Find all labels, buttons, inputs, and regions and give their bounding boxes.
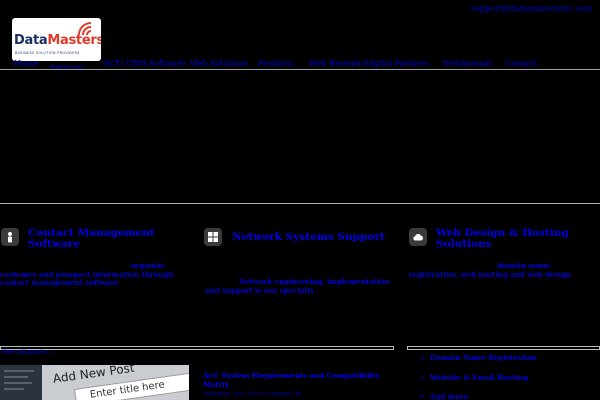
support-email-link[interactable]: support@datamastersinc.com — [471, 4, 592, 13]
thumbnail-sidebar-panel — [0, 365, 42, 400]
nav-services[interactable]: Services — [50, 63, 84, 72]
see-all-posts-link[interactable]: See all posts » — [2, 348, 53, 356]
sidebar-item-and-more[interactable]: » And more — [420, 392, 468, 400]
nav-divider — [0, 69, 600, 70]
logo-wordmark: DataMasters — [14, 33, 101, 48]
windows-icon — [204, 228, 222, 246]
nav-home[interactable]: Home — [14, 59, 38, 68]
post-thumbnail[interactable]: Add New Post Enter title here — [0, 365, 189, 400]
logo-tagline: BUSINESS SOLUTION PROVIDERS — [15, 51, 80, 55]
feature-title-web-design[interactable]: Web Design & Hosting Solutions — [436, 228, 569, 250]
sidebar-item-website-email-hosting[interactable]: » Website & Email Hosting — [420, 373, 528, 382]
nav-testimonials[interactable]: Testimonials — [442, 59, 493, 68]
feature-title-contact-management[interactable]: Contact Management Software — [28, 228, 155, 250]
person-icon — [1, 228, 19, 246]
cloud-icon — [409, 228, 427, 246]
feature-desc-web-design: domain name registration, web hosting an… — [409, 261, 572, 279]
nav-web-reseller[interactable]: Web Reseller/Digital Partners — [309, 59, 429, 68]
feature-desc-contact-management: organize customer and prospect informati… — [0, 261, 174, 287]
nav-products[interactable]: Products — [258, 59, 294, 68]
section-bar-sidebar — [407, 346, 600, 350]
feature-desc-network-systems: Network engineering, implementation and … — [205, 277, 390, 295]
nav-contact[interactable]: Contact — [505, 59, 537, 68]
chevron-right-icon: » — [420, 353, 425, 362]
section-bar-posts — [0, 346, 394, 350]
chevron-right-icon: » — [420, 373, 425, 382]
nav-web-solutions[interactable]: Web Solutions — [190, 59, 248, 68]
chevron-right-icon: » — [420, 392, 425, 400]
latest-post-meta: September 11th, 2018 | Comments Off — [203, 391, 302, 397]
sidebar-item-domain-registration[interactable]: » Domain Name Registration — [420, 353, 537, 362]
hero-divider — [0, 203, 600, 204]
logo[interactable]: DataMasters BUSINESS SOLUTION PROVIDERS — [12, 18, 101, 61]
main-nav: Home Services ACT! CRM Software Web Solu… — [0, 59, 600, 72]
feature-title-network-systems[interactable]: Network Systems Support — [232, 232, 385, 243]
latest-post-title[interactable]: Act! System Requirements and Compatibili… — [203, 371, 388, 389]
nav-act-crm[interactable]: ACT! CRM Software — [103, 59, 186, 68]
